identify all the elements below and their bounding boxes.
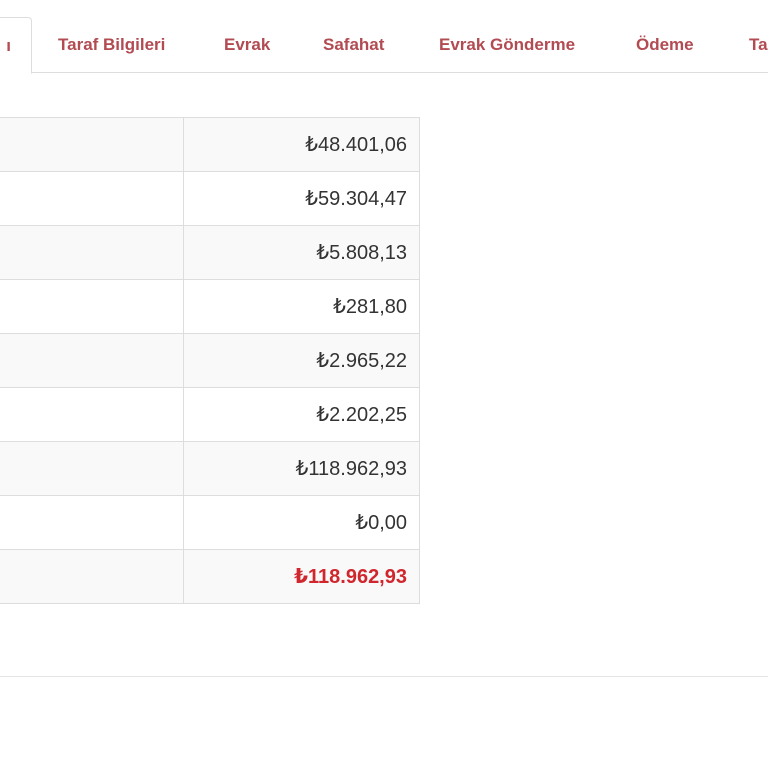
label-cell (0, 117, 185, 172)
label-cell (0, 549, 185, 604)
tab-taraf-bilgileri[interactable]: Taraf Bilgileri (58, 17, 178, 73)
table-row: ₺59.304,47 (0, 171, 420, 226)
label-cell (0, 441, 185, 496)
total-row: ₺118.962,93 (0, 549, 420, 604)
amount-cell: ₺48.401,06 (183, 117, 420, 172)
table-row: ₺48.401,06 (0, 117, 420, 172)
tab-evrak-gonderme[interactable]: Evrak Gönderme (439, 17, 591, 73)
label-cell (0, 171, 185, 226)
tab-partial[interactable]: Ta (749, 17, 768, 73)
tab-odeme[interactable]: Ödeme (636, 17, 702, 73)
label-cell (0, 225, 185, 280)
divider (0, 676, 768, 677)
tab-safahat[interactable]: Safahat (323, 17, 393, 73)
table-row: ₺2.202,25 (0, 387, 420, 442)
tab-active[interactable]: ı (0, 17, 32, 74)
amount-cell: ₺2.202,25 (183, 387, 420, 442)
tab-bar: ı Taraf Bilgileri Evrak Safahat Evrak Gö… (0, 0, 768, 74)
label-cell (0, 495, 185, 550)
amount-cell: ₺118.962,93 (183, 441, 420, 496)
total-amount: ₺118.962,93 (183, 549, 420, 604)
amount-cell: ₺5.808,13 (183, 225, 420, 280)
table-row: ₺281,80 (0, 279, 420, 334)
table-row: ₺5.808,13 (0, 225, 420, 280)
table-row: ₺0,00 (0, 495, 420, 550)
amount-cell: ₺2.965,22 (183, 333, 420, 388)
tab-evrak[interactable]: Evrak (224, 17, 276, 73)
label-cell (0, 333, 185, 388)
amount-cell: ₺281,80 (183, 279, 420, 334)
amount-cell: ₺0,00 (183, 495, 420, 550)
label-cell (0, 279, 185, 334)
table-row: ₺118.962,93 (0, 441, 420, 496)
amounts-table: ₺48.401,06 ₺59.304,47 ₺5.808,13 ₺281,80 … (0, 117, 420, 604)
label-cell (0, 387, 185, 442)
amount-cell: ₺59.304,47 (183, 171, 420, 226)
table-row: ₺2.965,22 (0, 333, 420, 388)
page: ı Taraf Bilgileri Evrak Safahat Evrak Gö… (0, 0, 768, 768)
